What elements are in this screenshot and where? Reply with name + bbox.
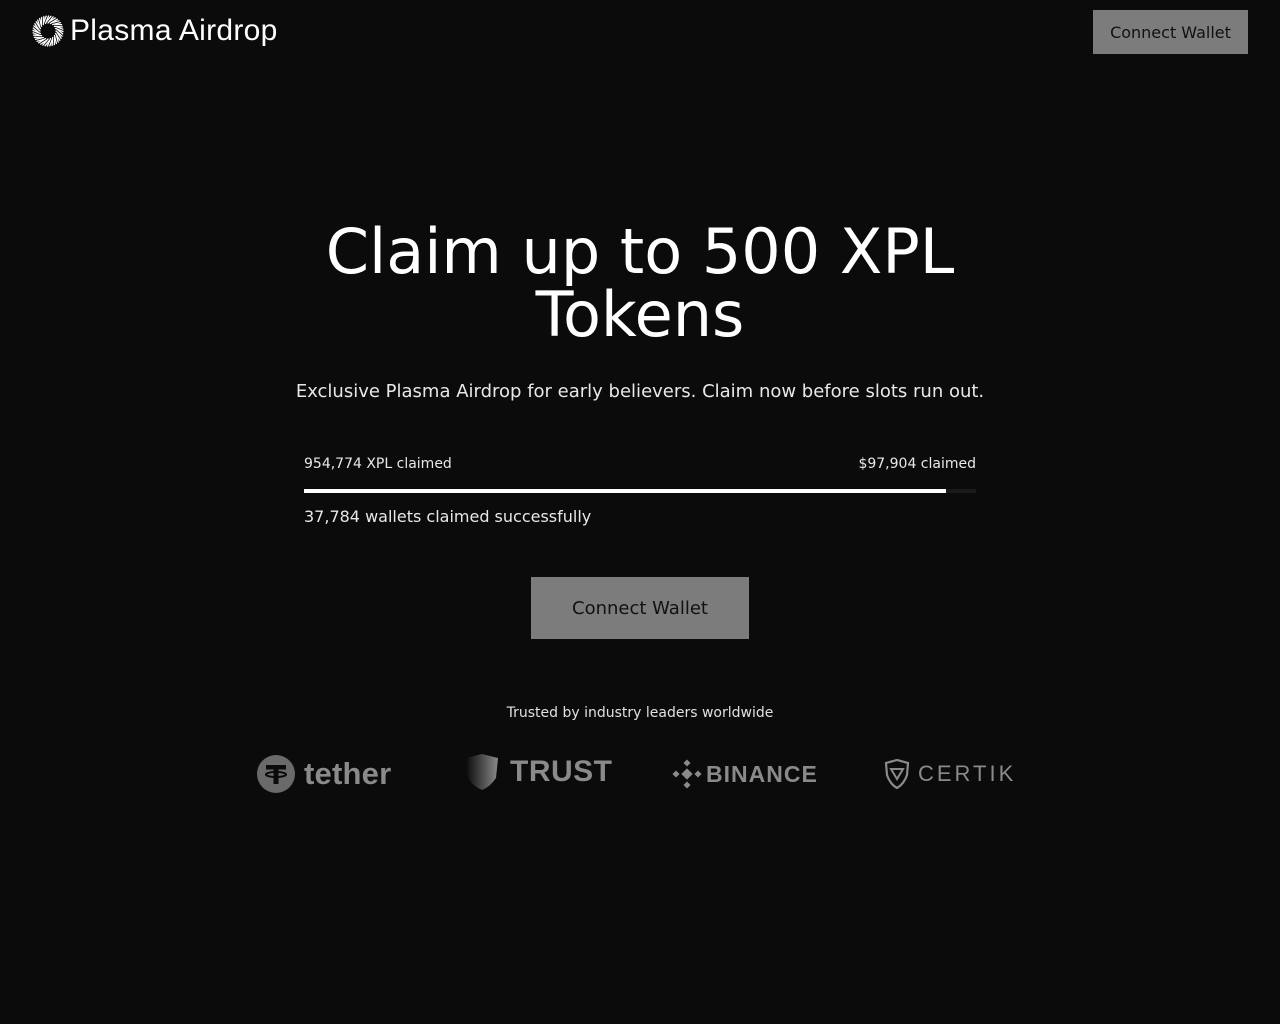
- header-connect-wallet-button[interactable]: Connect Wallet: [1093, 10, 1248, 54]
- hero-title: Claim up to 500 XPL Tokens: [325, 215, 955, 351]
- claim-progress-bar: [304, 489, 976, 493]
- plasma-logo-icon: [32, 15, 64, 47]
- usd-claimed: $97,904 claimed: [858, 456, 976, 472]
- partner-name: tether: [304, 756, 392, 791]
- claim-progress-fill: [304, 489, 946, 493]
- hero-subtitle: Exclusive Plasma Airdrop for early belie…: [295, 381, 985, 402]
- wallets-claimed: 37,784 wallets claimed successfully: [304, 507, 592, 526]
- partner-name: BINANCE: [706, 760, 818, 787]
- xpl-claimed: 954,774 XPL claimed: [304, 456, 452, 472]
- partner-certik: CERTIK: [884, 759, 1016, 789]
- brand-name: Plasma Airdrop: [70, 14, 278, 47]
- partner-binance: BINANCE: [672, 758, 818, 790]
- certik-icon: [884, 759, 910, 789]
- trust-shield-icon: [466, 754, 498, 790]
- site-header: Plasma Airdrop Connect Wallet: [0, 0, 1280, 64]
- brand[interactable]: Plasma Airdrop: [32, 14, 278, 48]
- trusted-heading: Trusted by industry leaders worldwide: [506, 705, 774, 721]
- partner-name: TRUST: [510, 755, 613, 788]
- tether-icon: [257, 755, 295, 793]
- partner-trust: TRUST: [462, 752, 613, 792]
- binance-icon: [672, 759, 702, 789]
- claim-stats: 954,774 XPL claimed $97,904 claimed: [304, 456, 976, 474]
- partner-name: CERTIK: [918, 761, 1017, 786]
- partner-tether: tether: [256, 754, 391, 794]
- connect-wallet-button[interactable]: Connect Wallet: [531, 577, 749, 639]
